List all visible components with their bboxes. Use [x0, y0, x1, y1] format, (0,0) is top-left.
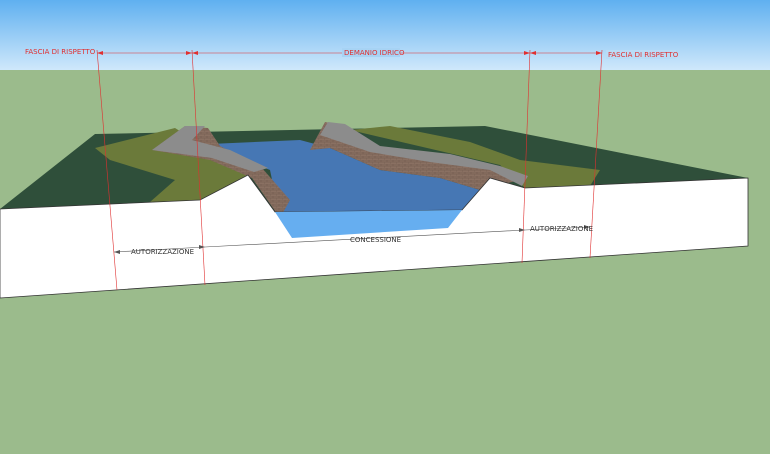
label-autorizzazione-right: AUTORIZZAZIONE — [530, 225, 593, 233]
label-fascia-right: FASCIA DI RISPETTO — [608, 51, 679, 59]
label-demanio: DEMANIO IDRICO — [344, 49, 405, 57]
label-fascia-left: FASCIA DI RISPETTO — [25, 48, 96, 56]
label-concessione: CONCESSIONE — [350, 236, 401, 244]
label-autorizzazione-left: AUTORIZZAZIONE — [131, 248, 194, 256]
scene-diagram: FASCIA DI RISPETTO DEMANIO IDRICO FASCIA… — [0, 0, 770, 454]
sky — [0, 0, 770, 70]
